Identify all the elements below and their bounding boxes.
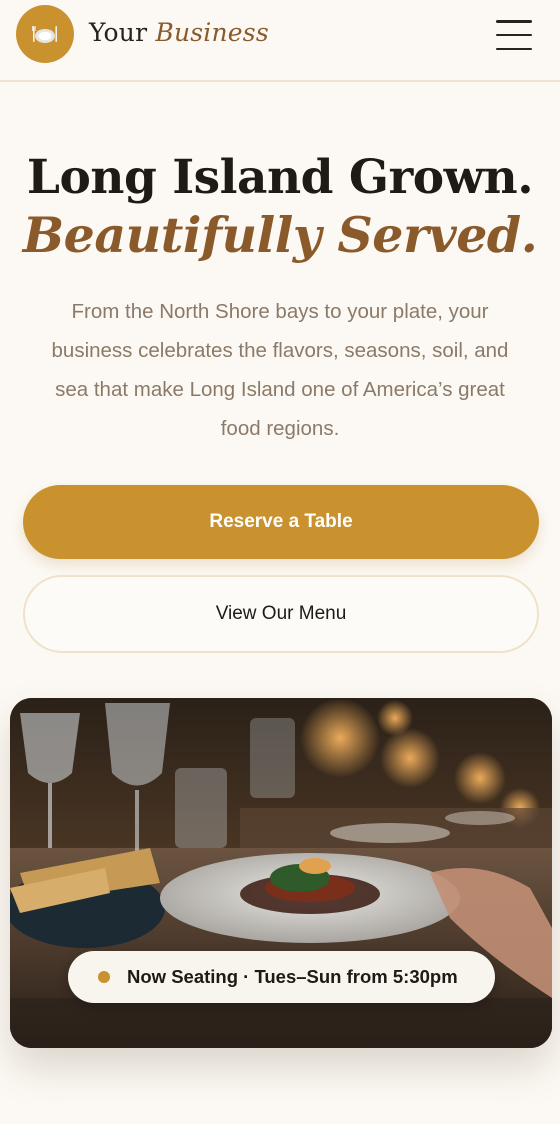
- plate-with-cutlery-icon: [32, 26, 57, 43]
- brand-name[interactable]: Your Business: [89, 18, 269, 47]
- logo-badge[interactable]: [16, 5, 74, 63]
- restaurant-photo: Now Seating · Tues–Sun from 5:30pm: [10, 698, 552, 1048]
- hero-description: From the North Shore bays to your plate,…: [51, 300, 509, 440]
- view-menu-button[interactable]: View Our Menu: [23, 575, 539, 653]
- now-seating-text: Now Seating · Tues–Sun from 5:30pm: [127, 966, 458, 987]
- brand-italic: Business: [155, 18, 269, 47]
- site-header: Your Business: [0, 0, 560, 82]
- hero-title: Long Island Grown.: [26, 150, 534, 205]
- brand-plain: Your: [89, 18, 148, 47]
- hero-title-accent: Beautifully Served.: [22, 206, 538, 264]
- hamburger-menu-icon[interactable]: [496, 20, 534, 50]
- status-dot-icon: [98, 971, 110, 983]
- now-seating-badge: Now Seating · Tues–Sun from 5:30pm: [68, 951, 495, 1003]
- reserve-table-button[interactable]: Reserve a Table: [23, 485, 539, 559]
